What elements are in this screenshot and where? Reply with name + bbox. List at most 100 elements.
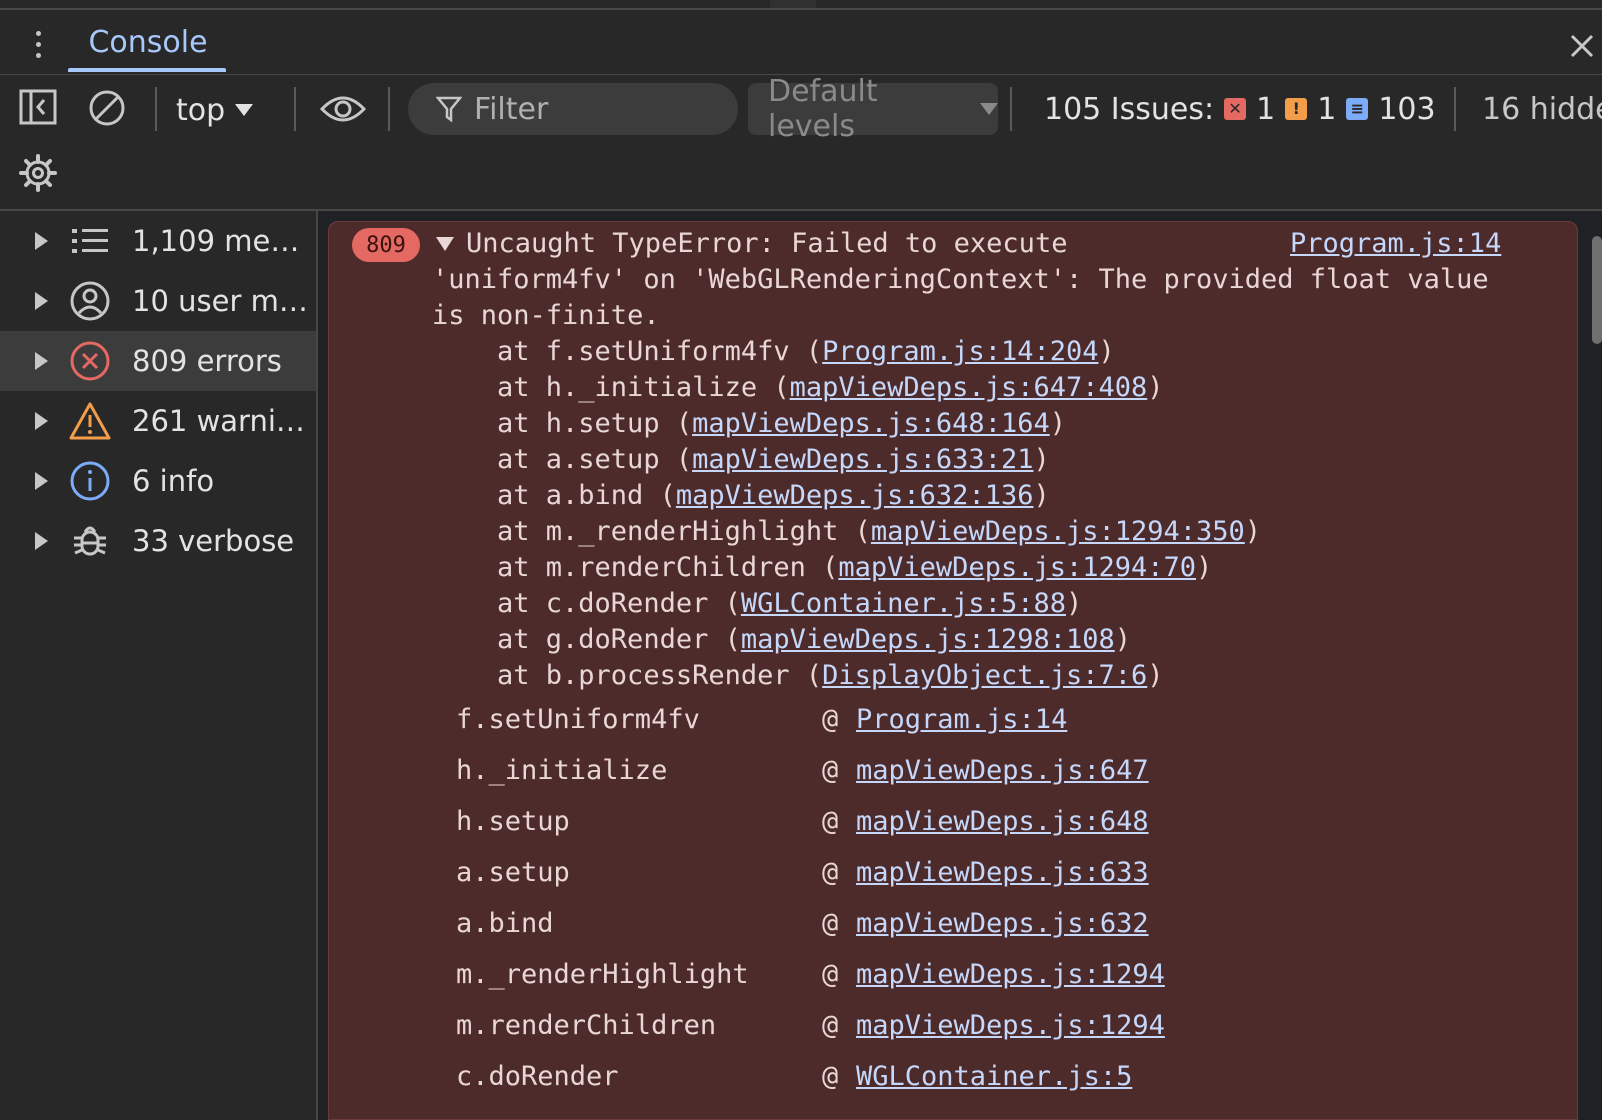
context-label: top (176, 92, 226, 128)
tab-console[interactable]: Console (70, 10, 226, 74)
call-frame-at-sign: @ (822, 755, 839, 786)
call-frame-function: a.setup (456, 857, 570, 888)
toolbar-separator (1454, 87, 1456, 131)
console-sidebar: 1,109 messages 10 user messages 809 erro… (0, 211, 318, 1120)
source-link[interactable]: Program.js:14 (1290, 228, 1501, 259)
stack-paren: ) (1098, 336, 1115, 367)
user-icon (68, 279, 112, 323)
stack-location-link[interactable]: mapViewDeps.js:1298:108 (741, 624, 1115, 655)
bug-icon (68, 519, 112, 563)
gear-icon[interactable] (16, 151, 60, 195)
top-strip (0, 0, 1602, 10)
sidebar-item-warnings[interactable]: 261 warnings (0, 391, 316, 451)
filter-placeholder: Filter (474, 91, 549, 127)
call-frame-link[interactable]: mapViewDeps.js:1294 (856, 959, 1165, 990)
issue-warning-icon: ! (1285, 98, 1308, 120)
call-frame-at-sign: @ (822, 959, 839, 990)
log-levels-label: Default levels (768, 74, 878, 144)
stack-paren: ) (1033, 444, 1050, 475)
sidebar-toggle-icon[interactable] (18, 87, 58, 127)
call-frame-at-sign: @ (822, 806, 839, 837)
stack-prefix: at (497, 588, 546, 619)
call-frame-link[interactable]: mapViewDeps.js:648 (856, 806, 1149, 837)
call-frame-function: h.setup (456, 806, 570, 837)
stack-prefix: at (497, 552, 546, 583)
call-frame-link[interactable]: Program.js:14 (856, 704, 1067, 735)
sidebar-item-label: 6 info (132, 464, 215, 498)
stack-location-link[interactable]: mapViewDeps.js:648:164 (692, 408, 1050, 439)
stack-paren: ) (1147, 372, 1164, 403)
expand-arrow-icon (35, 232, 48, 250)
filter-input[interactable]: Filter (408, 83, 738, 135)
stack-trace-line: at a.setup (mapViewDeps.js:633:21) (497, 444, 1050, 475)
stack-trace-line: at m.renderChildren (mapViewDeps.js:1294… (497, 552, 1212, 583)
call-frame-link[interactable]: mapViewDeps.js:633 (856, 857, 1149, 888)
clear-console-icon[interactable] (86, 87, 128, 129)
stack-paren: ) (1244, 516, 1262, 547)
stack-location-link[interactable]: mapViewDeps.js:1294:350 (871, 516, 1245, 547)
tab-active-indicator (68, 68, 226, 72)
live-expression-eye-icon[interactable] (318, 87, 368, 131)
expand-arrow-icon (35, 352, 48, 370)
collapse-arrow-icon[interactable] (436, 237, 454, 251)
sidebar-item-all-messages[interactable]: 1,109 messages (0, 211, 316, 271)
call-frame-function: f.setUniform4fv (456, 704, 700, 735)
issue-info-count: 103 (1378, 91, 1436, 127)
call-frame-at-sign: @ (822, 857, 839, 888)
stack-trace-line: at h.setup (mapViewDeps.js:648:164) (497, 408, 1066, 439)
call-frame-function: m.renderChildren (456, 1010, 717, 1041)
call-frame-at-sign: @ (822, 1061, 839, 1092)
call-frame-link[interactable]: mapViewDeps.js:647 (856, 755, 1149, 786)
sidebar-item-info[interactable]: 6 info (0, 451, 316, 511)
stack-paren: ( (805, 552, 839, 583)
stack-prefix: at (497, 516, 546, 547)
sidebar-item-errors[interactable]: 809 errors (0, 331, 316, 391)
console-toolbar: top Filter Default levels 105 Issues: ✕ … (0, 74, 1602, 211)
call-frame-link[interactable]: mapViewDeps.js:1294 (856, 1010, 1165, 1041)
issues-counter-button[interactable]: 105 Issues: ✕ 1 ! 1 ≡ 103 (1044, 83, 1436, 135)
sidebar-item-user-messages[interactable]: 10 user messages (0, 271, 316, 331)
call-frame-link[interactable]: WGLContainer.js:5 (856, 1061, 1132, 1092)
stack-location-link[interactable]: WGLContainer.js:5:88 (741, 588, 1066, 619)
close-icon[interactable] (1562, 26, 1602, 66)
toolbar-separator (294, 87, 296, 131)
stack-function: b.processRender (545, 660, 790, 691)
stack-location-link[interactable]: mapViewDeps.js:1294:70 (838, 552, 1196, 583)
stack-paren: ( (789, 660, 823, 691)
sidebar-item-verbose[interactable]: 33 verbose (0, 511, 316, 571)
stack-function: a.bind (545, 480, 644, 511)
stack-location-link[interactable]: mapViewDeps.js:647:408 (790, 372, 1148, 403)
call-frame-function: h._initialize (456, 755, 668, 786)
call-frame-link[interactable]: mapViewDeps.js:632 (856, 908, 1149, 939)
issue-error-count: 1 (1256, 91, 1276, 127)
stack-prefix: at (497, 624, 546, 655)
sidebar-item-label: 1,109 messages (132, 224, 308, 258)
stack-paren: ( (659, 444, 693, 475)
issue-info-icon: ≡ (1346, 98, 1369, 120)
stack-location-link[interactable]: Program.js:14:204 (822, 336, 1098, 367)
stack-prefix: at (497, 372, 546, 403)
toolbar-separator (1010, 87, 1012, 131)
stack-location-link[interactable]: mapViewDeps.js:633:21 (692, 444, 1033, 475)
stack-trace-line: at m._renderHighlight (mapViewDeps.js:12… (497, 516, 1261, 547)
warning-icon (68, 399, 112, 443)
issue-warning-count: 1 (1317, 91, 1337, 127)
stack-location-link[interactable]: mapViewDeps.js:632:136 (676, 480, 1034, 511)
scrollbar-thumb[interactable] (1592, 236, 1602, 344)
expand-arrow-icon (35, 412, 48, 430)
context-selector[interactable]: top (176, 87, 254, 133)
stack-function: m.renderChildren (545, 552, 806, 583)
error-header-line: 'uniform4fv' on 'WebGLRenderingContext':… (432, 264, 1489, 295)
stack-paren: ) (1147, 660, 1164, 691)
stack-prefix: at (497, 408, 546, 439)
call-frame-at-sign: @ (822, 1010, 839, 1041)
more-options-icon[interactable] (22, 24, 54, 64)
top-strip-segment (770, 0, 816, 8)
log-levels-dropdown[interactable]: Default levels (748, 74, 998, 144)
sidebar-item-label: 33 verbose (132, 524, 295, 558)
stack-prefix: at (497, 660, 546, 691)
stack-paren: ) (1114, 624, 1131, 655)
chevron-down-icon (980, 103, 998, 115)
stack-location-link[interactable]: DisplayObject.js:7:6 (822, 660, 1147, 691)
error-header-line: Uncaught TypeError: Failed to execute (466, 228, 1068, 259)
